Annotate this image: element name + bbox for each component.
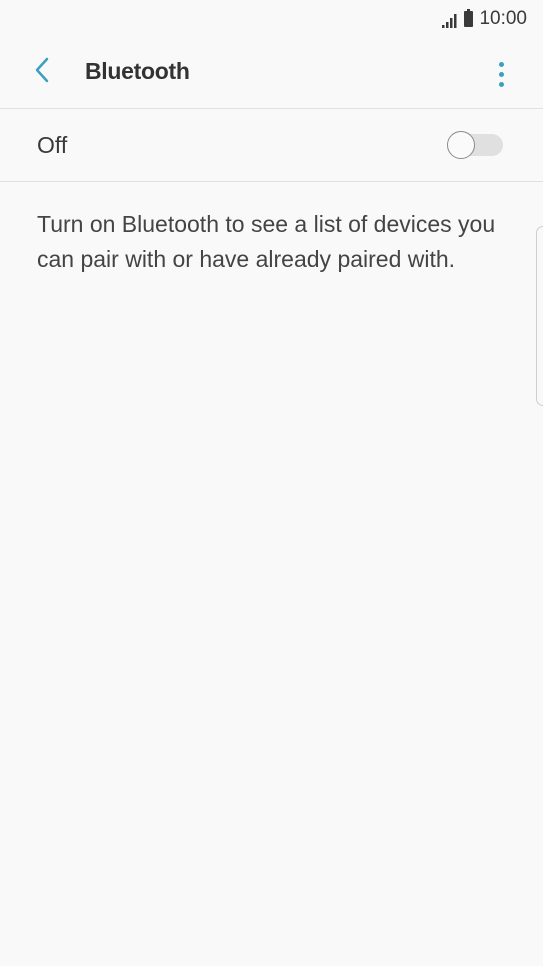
bluetooth-description: Turn on Bluetooth to see a list of devic… xyxy=(37,211,496,272)
bluetooth-state-label: Off xyxy=(37,132,68,158)
back-button[interactable] xyxy=(22,52,62,92)
signal-icon xyxy=(442,12,458,28)
status-time: 10:00 xyxy=(479,8,527,29)
status-bar: 10:00 xyxy=(0,0,543,36)
chevron-left-icon xyxy=(34,57,50,88)
page-title: Bluetooth xyxy=(85,58,190,84)
app-bar: Bluetooth xyxy=(0,38,543,108)
more-vertical-icon xyxy=(498,61,504,67)
battery-icon xyxy=(464,9,474,27)
switch-thumb xyxy=(447,131,475,159)
edge-panel-handle[interactable] xyxy=(536,226,543,406)
more-dot xyxy=(498,81,504,87)
bluetooth-toggle-row[interactable]: Off xyxy=(0,109,543,182)
bluetooth-switch[interactable] xyxy=(447,131,503,159)
more-dot xyxy=(498,71,504,77)
more-options-button[interactable] xyxy=(489,56,513,92)
divider xyxy=(0,181,543,182)
status-indicators: 10:00 xyxy=(442,8,527,30)
